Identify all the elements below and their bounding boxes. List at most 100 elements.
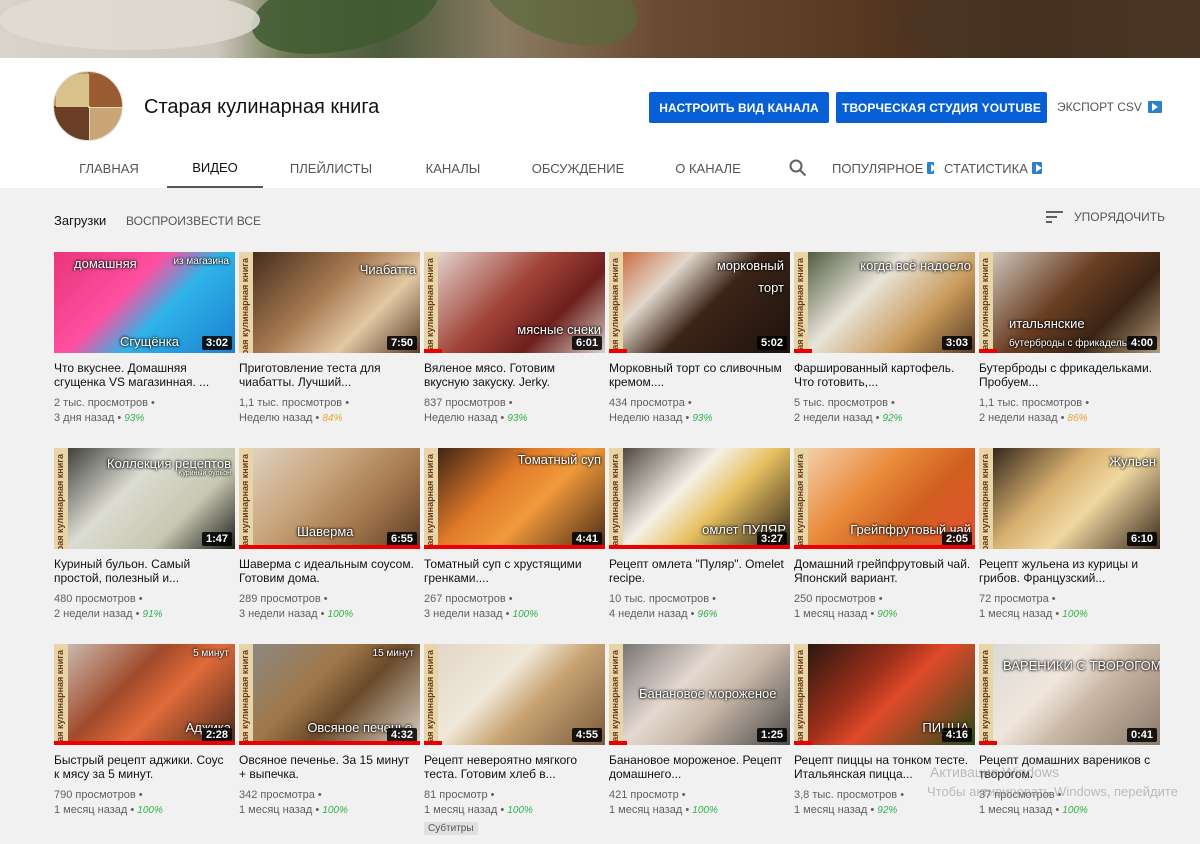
view-count: 10 тыс. просмотров [609,593,710,605]
channel-avatar[interactable] [53,71,123,141]
tab-home[interactable]: ГЛАВНАЯ [66,148,152,188]
video-title[interactable]: Шаверма с идеальным соусом. Готовим дома… [239,557,417,585]
video-title[interactable]: Рецепт невероятно мягкого теста. Готовим… [424,753,602,781]
like-rating: 90% [877,609,898,620]
video-card[interactable]: Старая кулинарная книгаАджика5 минут2:28… [54,644,235,834]
export-csv-button[interactable]: ЭКСПОРТ CSV [1057,100,1162,114]
video-card[interactable]: Старая кулинарная книга морковный торт 5:02… [609,252,790,442]
video-thumbnail[interactable]: Старая кулинарная книга Овсяное печенье 15… [239,644,420,745]
video-title[interactable]: Бутерброды с фрикадельками. Пробуем... [979,361,1157,389]
channel-brand-strip: Старая кулинарная книга [609,252,623,353]
view-count: 790 просмотров [54,789,136,801]
video-views: 421 просмотр • [609,789,686,801]
video-title[interactable]: Быстрый рецепт аджики. Соус к мясу за 5 … [54,753,232,781]
video-card[interactable]: Старая кулинарная книга Жульен 6:10 Рецепт … [979,448,1160,638]
video-title[interactable]: Овсяное печенье. За 15 минут + выпечка. [239,753,417,781]
thumbnail-caption: Томатный суп [517,452,601,467]
video-thumbnail[interactable]: Старая кулинарная книга итальянские бутерб… [979,252,1160,353]
search-icon[interactable] [788,158,808,178]
video-thumbnail[interactable]: Старая кулинарная книга Грейпфрутовый чай… [794,448,975,549]
video-title[interactable]: Банановое мороженое. Рецепт домашнего... [609,753,787,781]
channel-brand-strip: Старая кулинарная книга [794,448,808,549]
video-thumbnail[interactable]: Старая кулинарная книга Томатный суп 4:41 [424,448,605,549]
export-csv-label: ЭКСПОРТ CSV [1057,100,1142,114]
video-thumbnail[interactable]: Старая кулинарная книга когда всё надоело… [794,252,975,353]
video-thumbnail[interactable]: Старая кулинарная книга морковный торт 5:02 [609,252,790,353]
video-title[interactable]: Рецепт омлета "Пуляр". Omelet recipe. [609,557,787,585]
channel-brand-text: Старая кулинарная книга [425,454,435,549]
play-all-button[interactable]: ВОСПРОИЗВЕСТИ ВСЕ [126,214,261,228]
video-card[interactable]: Старая кулинарная книга Овсяное печенье 15… [239,644,420,834]
channel-brand-text: Старая кулинарная книга [55,650,65,745]
like-rating: 100% [512,609,539,620]
video-title[interactable]: Морковный торт со сливочным кремом.... [609,361,787,389]
video-views: 1,1 тыс. просмотров • [239,397,350,409]
upload-age: 1 месяц назад [424,804,498,816]
video-views: 342 просмотра • [239,789,322,801]
video-age-rating: 1 месяц назад • 100% [979,804,1088,816]
video-card[interactable]: Старая кулинарная книга Томатный суп 4:41 Т… [424,448,605,638]
upload-age: 4 недели назад [609,608,688,620]
video-title[interactable]: Фаршированный картофель. Что готовить,..… [794,361,972,389]
video-title[interactable]: Куриный бульон. Самый простой, полезный … [54,557,232,585]
thumbnail-caption: морковный [716,258,784,273]
tab-channels[interactable]: КАНАЛЫ [414,148,492,188]
video-thumbnail[interactable]: Старая кулинарная книга Банановое морожен… [609,644,790,745]
youtube-studio-button[interactable]: ТВОРЧЕСКАЯ СТУДИЯ YOUTUBE [836,92,1047,123]
video-views: 267 просмотров • [424,593,513,605]
video-card[interactable]: Старая кулинарная книга ВАРЕНИКИ С ТВОРОГ… [979,644,1160,834]
tab-playlists[interactable]: ПЛЕЙЛИСТЫ [281,148,381,188]
tab-about[interactable]: О КАНАЛЕ [666,148,750,188]
video-views: 3,8 тыс. просмотров • [794,789,905,801]
video-thumbnail[interactable]: Старая кулинарная книга 4:55 [424,644,605,745]
like-rating: 92% [877,805,898,816]
view-count: 2 тыс. просмотров [54,397,148,409]
video-title[interactable]: Вяленое мясо. Готовим вкусную закуску. J… [424,361,602,389]
tab-popular-label: ПОПУЛЯРНОЕ [832,160,924,176]
video-card[interactable]: Старая кулинарная книга Шаверма 6:55 Шаверм… [239,448,420,638]
video-thumbnail[interactable]: Старая кулинарная книга Чиабатта 7:50 [239,252,420,353]
video-thumbnail[interactable]: Старая кулинарная книга омлет ПУЛЯР 3:27 [609,448,790,549]
upload-age: 1 месяц назад [979,608,1053,620]
video-thumbnail[interactable]: Старая кулинарная книгаАджика5 минут2:28 [54,644,235,745]
video-card[interactable]: Старая кулинарная книга Чиабатта 7:50 Приго… [239,252,420,442]
video-card[interactable]: Старая кулинарная книга когда всё надоело… [794,252,975,442]
customize-channel-button[interactable]: НАСТРОИТЬ ВИД КАНАЛА [649,92,829,123]
video-card[interactable]: Старая кулинарная книга Банановое морожен… [609,644,790,834]
video-card[interactable]: Старая кулинарная книга Грейпфрутовый чай… [794,448,975,638]
video-card[interactable]: Старая кулинарная книга 4:55 Рецепт неверо… [424,644,605,835]
video-views: 1,1 тыс. просмотров • [979,397,1090,409]
video-card[interactable]: Старая кулинарная книга омлет ПУЛЯР 3:27 Ре… [609,448,790,638]
tab-discussion[interactable]: ОБСУЖДЕНИЕ [526,148,630,188]
upload-age: 2 недели назад [794,412,873,424]
video-card[interactable]: Старая кулинарная книгаПИЦЦА4:16Рецепт п… [794,644,975,834]
video-thumbnail[interactable]: Сгущёнка домашняя из магазина 3:02 [54,252,235,353]
tab-popular[interactable]: ПОПУЛЯРНОЕ [832,148,937,188]
video-card[interactable]: Старая кулинарная книга итальянские бутерб… [979,252,1160,442]
video-thumbnail[interactable]: Старая кулинарная книга ВАРЕНИКИ С ТВОРОГ… [979,644,1160,745]
view-count: 72 просмотра [979,593,1049,605]
video-title[interactable]: Томатный суп с хрустящими гренками.... [424,557,602,585]
video-thumbnail[interactable]: Старая кулинарная книга Шаверма 6:55 [239,448,420,549]
video-title[interactable]: Рецепт жульена из курицы и грибов. Франц… [979,557,1157,585]
sort-button[interactable]: УПОРЯДОЧИТЬ [1046,210,1165,224]
video-title[interactable]: Что вкуснее. Домашняя сгущенка VS магази… [54,361,232,389]
video-title[interactable]: Приготовление теста для чиабатты. Лучший… [239,361,417,389]
video-card[interactable]: Старая кулинарная книга Коллекция рецепто… [54,448,235,638]
video-thumbnail[interactable]: Старая кулинарная книга Коллекция рецепто… [54,448,235,549]
video-views: 5 тыс. просмотров • [794,397,895,409]
like-rating: 100% [137,805,163,816]
video-title[interactable]: Домашний грейпфрутовый чай. Японский вар… [794,557,972,585]
tab-videos[interactable]: ВИДЕО [167,148,263,188]
video-thumbnail[interactable]: Старая кулинарная книга Жульен 6:10 [979,448,1160,549]
video-thumbnail[interactable]: Старая кулинарная книгаПИЦЦА4:16 [794,644,975,745]
windows-activation-title: Активация Windows [930,764,1060,780]
video-card[interactable]: Сгущёнка домашняя из магазина 3:02 Что вкусн… [54,252,235,442]
channel-brand-strip: Старая кулинарная книга [239,448,253,549]
channel-brand-strip: Старая кулинарная книга [979,644,993,745]
tab-statistics[interactable]: СТАТИСТИКА [944,148,1042,188]
channel-brand-text: Старая кулинарная книга [610,650,620,745]
video-views: 72 просмотра • [979,593,1056,605]
video-card[interactable]: Старая кулинарная книга мясные снеки 6:01 В… [424,252,605,442]
video-thumbnail[interactable]: Старая кулинарная книга мясные снеки 6:01 [424,252,605,353]
